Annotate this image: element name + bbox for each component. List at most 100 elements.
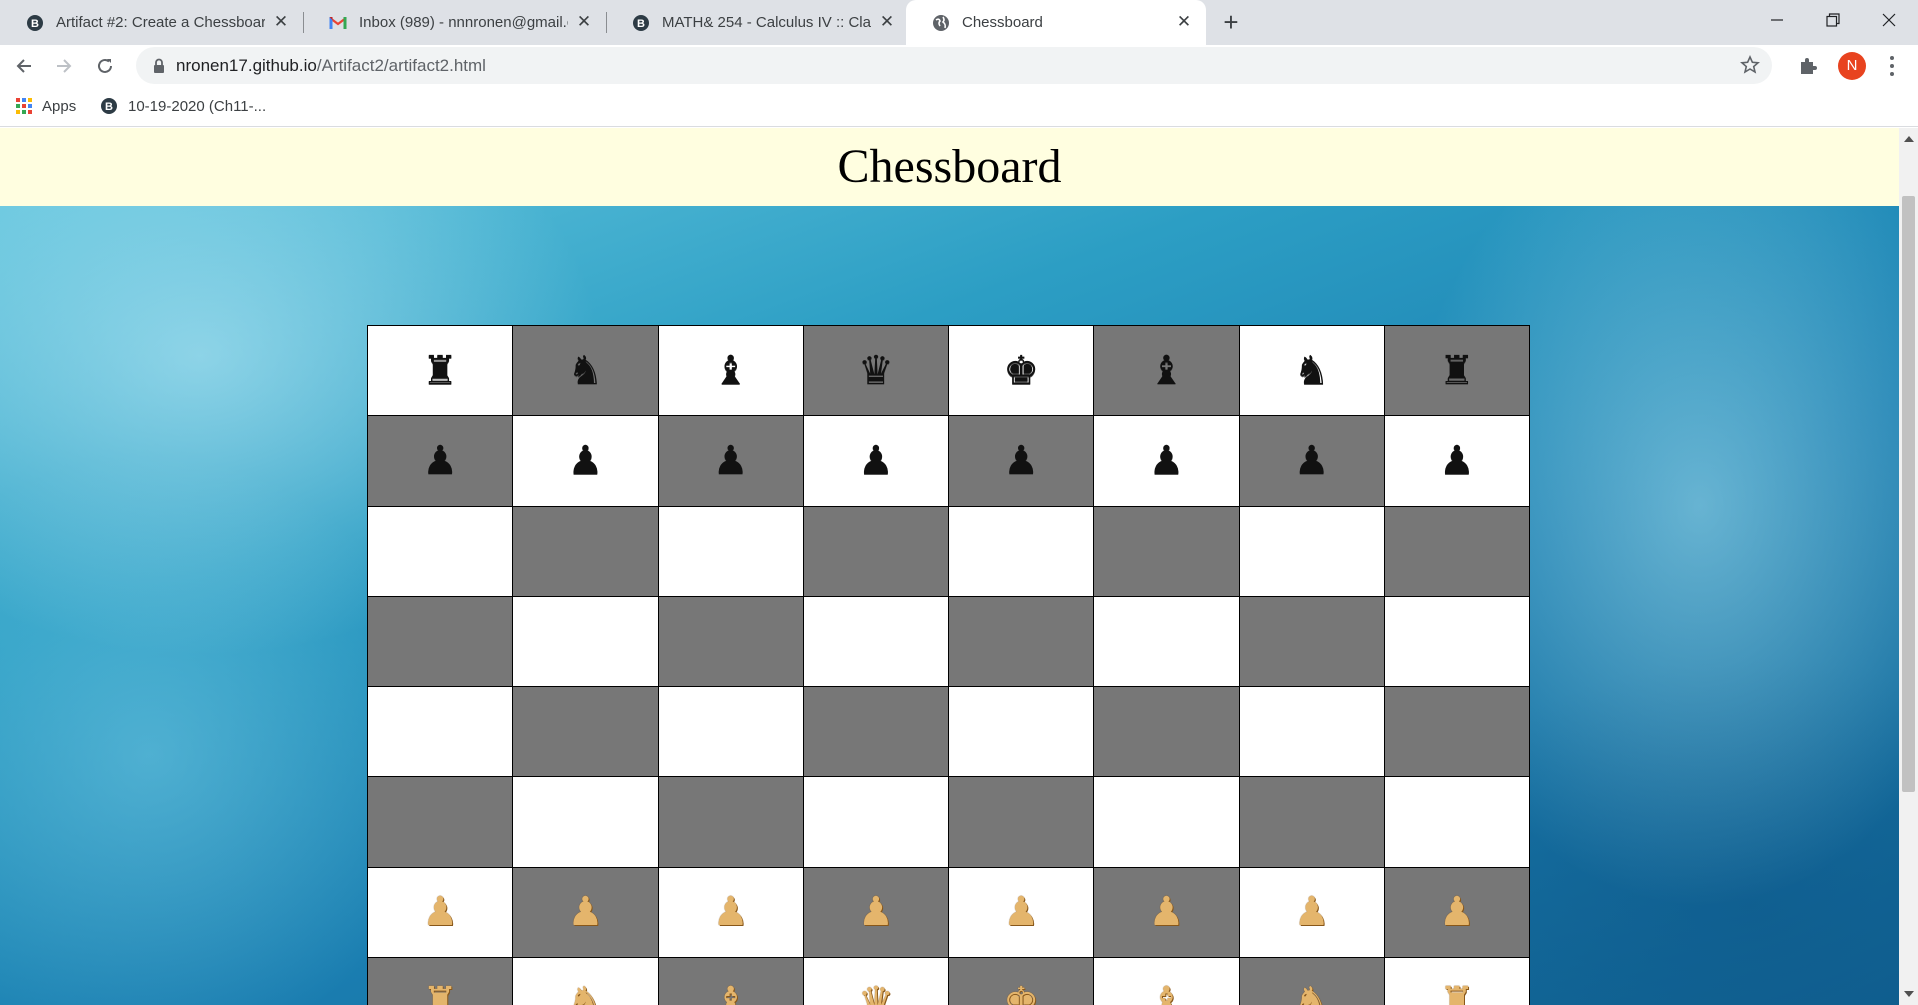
- board-square[interactable]: [1384, 777, 1529, 867]
- white-pawn-icon[interactable]: ♟: [1294, 892, 1330, 932]
- board-square[interactable]: [949, 596, 1094, 686]
- board-square[interactable]: ♟: [949, 867, 1094, 957]
- page-scrollbar[interactable]: [1899, 128, 1918, 1005]
- board-square[interactable]: ♝: [658, 957, 803, 1005]
- board-square[interactable]: [513, 506, 658, 596]
- white-king-icon[interactable]: ♚: [1003, 982, 1039, 1005]
- white-bishop-icon[interactable]: ♝: [713, 982, 749, 1005]
- black-bishop-icon[interactable]: ♝: [1148, 351, 1184, 391]
- board-square[interactable]: [513, 596, 658, 686]
- white-pawn-icon[interactable]: ♟: [567, 892, 603, 932]
- board-square[interactable]: ♟: [1239, 867, 1384, 957]
- new-tab-button[interactable]: +: [1216, 8, 1246, 38]
- board-square[interactable]: ♞: [513, 326, 658, 416]
- reload-button[interactable]: [89, 50, 121, 82]
- close-icon[interactable]: ✕: [1174, 12, 1194, 32]
- board-square[interactable]: ♟: [513, 867, 658, 957]
- white-pawn-icon[interactable]: ♟: [713, 892, 749, 932]
- board-square[interactable]: ♜: [1384, 326, 1529, 416]
- board-square[interactable]: ♟: [1239, 416, 1384, 506]
- extensions-puzzle-icon[interactable]: [1798, 55, 1820, 77]
- board-square[interactable]: [1384, 506, 1529, 596]
- board-square[interactable]: [368, 687, 513, 777]
- board-square[interactable]: [658, 777, 803, 867]
- black-king-icon[interactable]: ♚: [1003, 351, 1039, 391]
- board-square[interactable]: ♜: [368, 326, 513, 416]
- restore-button[interactable]: [1804, 0, 1862, 40]
- back-button[interactable]: [8, 50, 40, 82]
- black-pawn-icon[interactable]: ♟: [422, 441, 458, 481]
- black-pawn-icon[interactable]: ♟: [1003, 441, 1039, 481]
- board-square[interactable]: [1239, 506, 1384, 596]
- board-square[interactable]: [368, 596, 513, 686]
- board-square[interactable]: [803, 777, 948, 867]
- black-queen-icon[interactable]: ♛: [858, 351, 894, 391]
- board-square[interactable]: ♝: [1094, 326, 1239, 416]
- board-square[interactable]: [513, 777, 658, 867]
- board-square[interactable]: [1094, 506, 1239, 596]
- board-square[interactable]: ♟: [368, 416, 513, 506]
- board-square[interactable]: ♛: [803, 326, 948, 416]
- white-queen-icon[interactable]: ♛: [858, 982, 894, 1005]
- black-rook-icon[interactable]: ♜: [1439, 351, 1475, 391]
- board-square[interactable]: ♞: [1239, 326, 1384, 416]
- browser-menu-button[interactable]: [1882, 54, 1902, 78]
- board-square[interactable]: ♟: [658, 867, 803, 957]
- white-pawn-icon[interactable]: ♟: [1439, 892, 1475, 932]
- tab-chessboard[interactable]: Chessboard ✕: [906, 0, 1206, 45]
- board-square[interactable]: ♟: [1384, 867, 1529, 957]
- board-square[interactable]: ♟: [803, 416, 948, 506]
- profile-avatar[interactable]: N: [1838, 52, 1866, 80]
- board-square[interactable]: [1094, 687, 1239, 777]
- board-square[interactable]: ♚: [949, 957, 1094, 1005]
- tab-math[interactable]: B MATH& 254 - Calculus IV :: Class ✕: [606, 0, 909, 45]
- bookmark-apps[interactable]: Apps: [16, 94, 76, 118]
- board-square[interactable]: ♟: [1094, 867, 1239, 957]
- address-bar[interactable]: nronen17.github.io/Artifact2/artifact2.h…: [136, 47, 1772, 84]
- white-rook-icon[interactable]: ♜: [1439, 982, 1475, 1005]
- board-square[interactable]: ♚: [949, 326, 1094, 416]
- black-pawn-icon[interactable]: ♟: [713, 441, 749, 481]
- black-pawn-icon[interactable]: ♟: [1148, 441, 1184, 481]
- board-square[interactable]: [1239, 777, 1384, 867]
- board-square[interactable]: ♟: [1384, 416, 1529, 506]
- black-pawn-icon[interactable]: ♟: [858, 441, 894, 481]
- board-square[interactable]: [803, 687, 948, 777]
- board-square[interactable]: [803, 596, 948, 686]
- white-pawn-icon[interactable]: ♟: [1148, 892, 1184, 932]
- white-pawn-icon[interactable]: ♟: [1003, 892, 1039, 932]
- board-square[interactable]: [658, 687, 803, 777]
- black-knight-icon[interactable]: ♞: [567, 351, 603, 391]
- black-knight-icon[interactable]: ♞: [1294, 351, 1330, 391]
- board-square[interactable]: [1094, 596, 1239, 686]
- board-square[interactable]: ♟: [949, 416, 1094, 506]
- board-square[interactable]: ♛: [803, 957, 948, 1005]
- board-square[interactable]: [513, 687, 658, 777]
- white-rook-icon[interactable]: ♜: [422, 982, 458, 1005]
- board-square[interactable]: [658, 506, 803, 596]
- board-square[interactable]: [1384, 687, 1529, 777]
- forward-button[interactable]: [48, 50, 80, 82]
- scrollbar-thumb[interactable]: [1902, 196, 1915, 792]
- close-icon[interactable]: ✕: [574, 12, 594, 32]
- black-rook-icon[interactable]: ♜: [422, 351, 458, 391]
- board-square[interactable]: [368, 506, 513, 596]
- board-square[interactable]: ♟: [803, 867, 948, 957]
- board-square[interactable]: [949, 777, 1094, 867]
- board-square[interactable]: [803, 506, 948, 596]
- board-square[interactable]: [658, 596, 803, 686]
- board-square[interactable]: [1094, 777, 1239, 867]
- board-square[interactable]: ♟: [658, 416, 803, 506]
- scroll-up-arrow-icon[interactable]: [1904, 136, 1914, 142]
- close-icon[interactable]: ✕: [877, 12, 897, 32]
- board-square[interactable]: [1384, 596, 1529, 686]
- bookmark-canvas[interactable]: B 10-19-2020 (Ch11-...: [100, 94, 266, 118]
- black-pawn-icon[interactable]: ♟: [567, 441, 603, 481]
- minimize-button[interactable]: [1748, 0, 1806, 40]
- board-square[interactable]: [368, 777, 513, 867]
- white-bishop-icon[interactable]: ♝: [1148, 982, 1184, 1005]
- board-square[interactable]: ♟: [1094, 416, 1239, 506]
- board-square[interactable]: ♝: [658, 326, 803, 416]
- tab-inbox[interactable]: Inbox (989) - nnnronen@gmail.com ✕: [303, 0, 607, 45]
- black-pawn-icon[interactable]: ♟: [1439, 441, 1475, 481]
